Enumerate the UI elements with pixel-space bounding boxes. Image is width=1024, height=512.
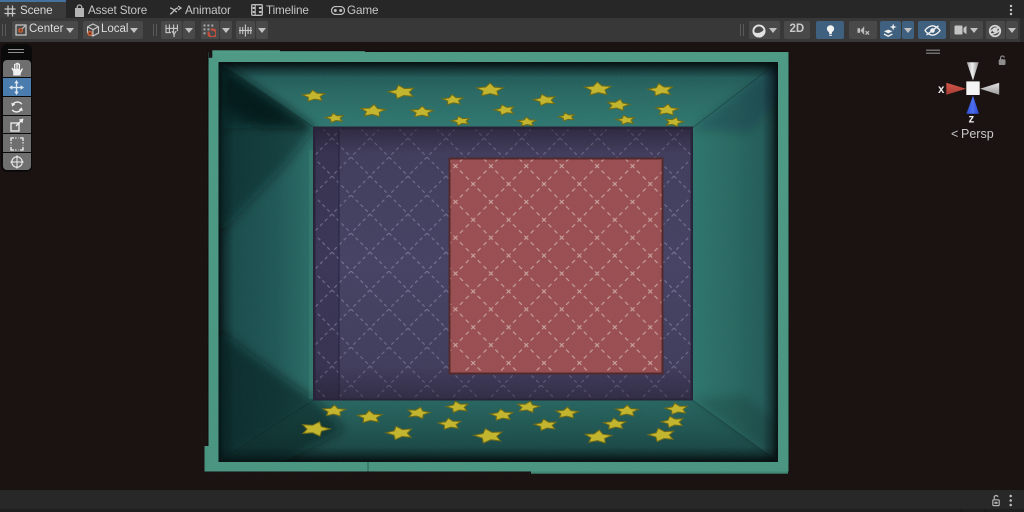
svg-text:x: x xyxy=(938,84,945,96)
svg-text:Y: Y xyxy=(171,29,177,37)
svg-text:z: z xyxy=(969,114,975,126)
svg-text:<: < xyxy=(951,127,958,141)
svg-text:Persp: Persp xyxy=(961,127,994,141)
